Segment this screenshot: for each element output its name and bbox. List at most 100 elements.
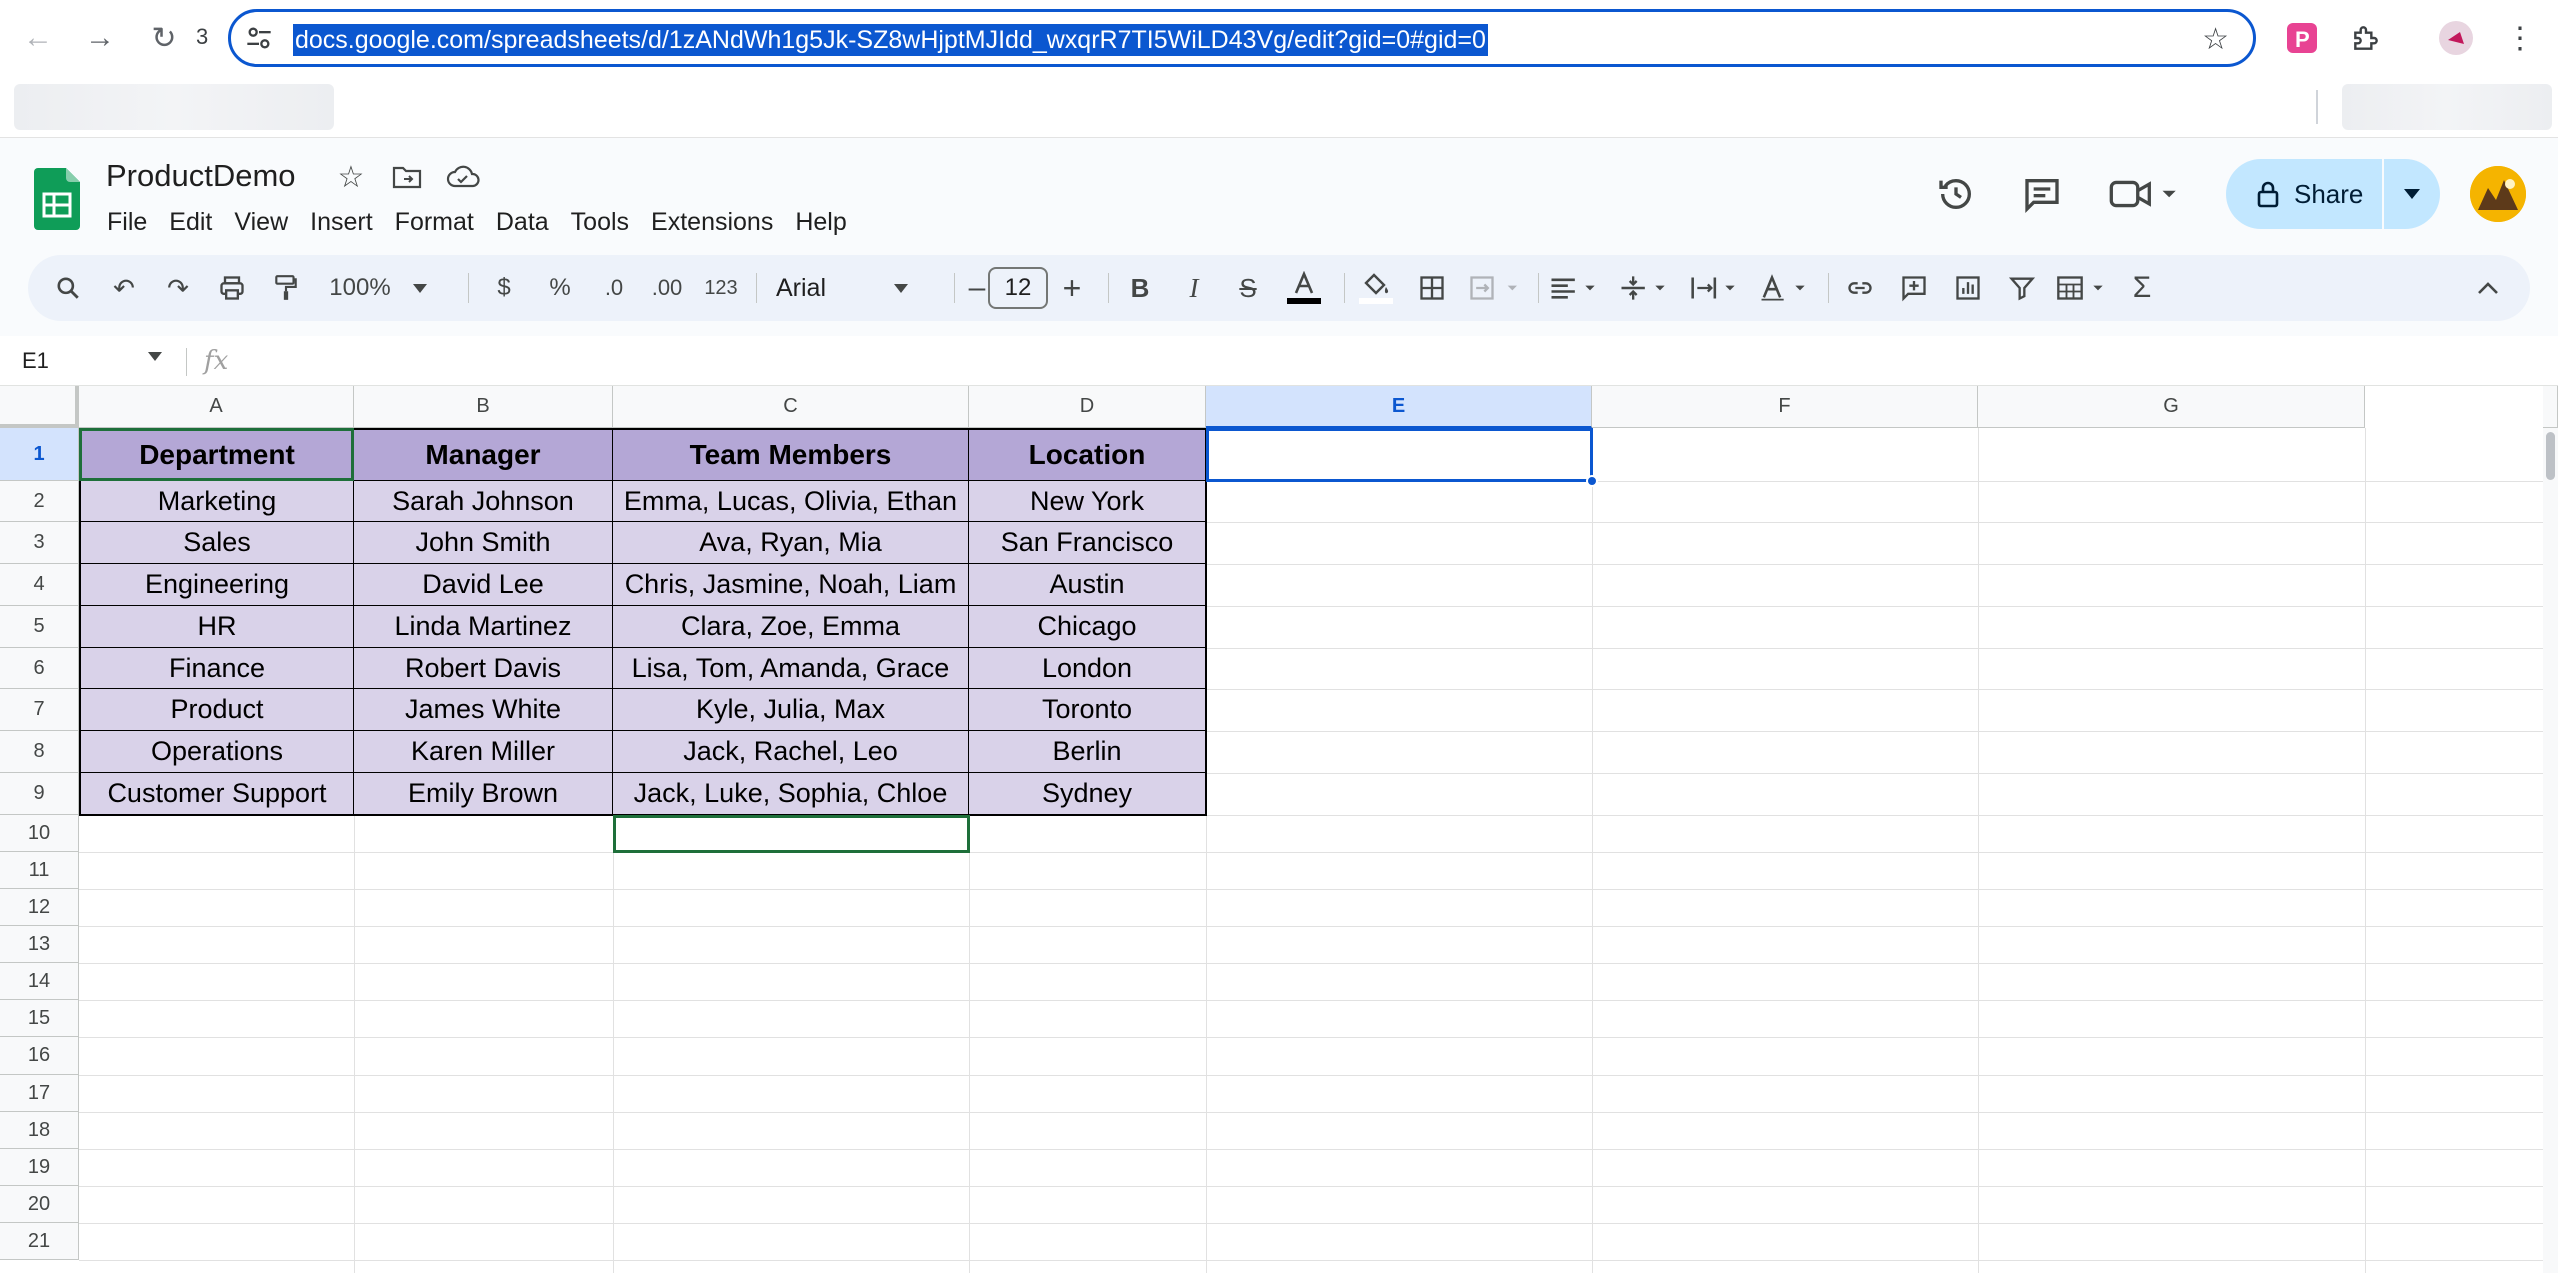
- table-cell[interactable]: San Francisco: [969, 522, 1207, 565]
- name-box[interactable]: E1: [22, 348, 49, 374]
- row-header-7[interactable]: 7: [0, 689, 79, 731]
- profile-avatar-icon[interactable]: [2438, 20, 2474, 56]
- menu-file[interactable]: File: [96, 204, 158, 241]
- row-header-20[interactable]: 20: [0, 1186, 79, 1223]
- selected-cell-e1[interactable]: [1206, 428, 1593, 482]
- table-cell[interactable]: Finance: [79, 648, 355, 690]
- table-cell[interactable]: Sarah Johnson: [354, 481, 614, 523]
- column-header-e[interactable]: E: [1206, 386, 1592, 428]
- undo-icon[interactable]: ↶: [104, 255, 144, 321]
- move-folder-icon[interactable]: [390, 160, 424, 194]
- row-header-21[interactable]: 21: [0, 1223, 79, 1260]
- text-rotation-icon[interactable]: [1756, 255, 1816, 321]
- table-cell[interactable]: Austin: [969, 564, 1207, 607]
- forward-arrow-icon[interactable]: →: [76, 14, 124, 62]
- table-cell[interactable]: Product: [79, 689, 355, 732]
- table-cell[interactable]: London: [969, 648, 1207, 690]
- table-cell[interactable]: Berlin: [969, 731, 1207, 774]
- table-cell[interactable]: Sydney: [969, 773, 1207, 816]
- table-cell[interactable]: Jack, Luke, Sophia, Chloe: [613, 773, 970, 816]
- scrollbar-thumb[interactable]: [2546, 432, 2555, 480]
- merge-cells-icon[interactable]: [1464, 255, 1528, 321]
- share-dropdown-icon[interactable]: [2384, 159, 2440, 229]
- paint-format-icon[interactable]: [266, 255, 306, 321]
- insert-comment-icon[interactable]: [1894, 255, 1934, 321]
- print-icon[interactable]: [212, 255, 252, 321]
- increase-decimal-button[interactable]: .00: [642, 255, 692, 321]
- comments-icon[interactable]: [2016, 168, 2068, 220]
- row-header-13[interactable]: 13: [0, 926, 79, 963]
- row-header-18[interactable]: 18: [0, 1112, 79, 1149]
- strikethrough-icon[interactable]: S: [1228, 255, 1268, 321]
- menu-view[interactable]: View: [223, 204, 299, 241]
- text-color-icon[interactable]: [1282, 255, 1326, 321]
- column-header-a[interactable]: A: [79, 386, 354, 428]
- table-cell[interactable]: Clara, Zoe, Emma: [613, 606, 970, 649]
- menu-insert[interactable]: Insert: [299, 204, 384, 241]
- borders-icon[interactable]: [1412, 255, 1452, 321]
- table-cell[interactable]: John Smith: [354, 522, 614, 565]
- filter-icon[interactable]: [2002, 255, 2042, 321]
- row-header-19[interactable]: 19: [0, 1149, 79, 1186]
- number-format-button[interactable]: 123: [698, 255, 744, 321]
- table-cell[interactable]: Sales: [79, 522, 355, 565]
- row-header-1[interactable]: 1: [0, 428, 79, 481]
- table-cell[interactable]: Karen Miller: [354, 731, 614, 774]
- table-cell[interactable]: Linda Martinez: [354, 606, 614, 649]
- table-cell[interactable]: David Lee: [354, 564, 614, 607]
- back-arrow-icon[interactable]: ←: [14, 14, 62, 62]
- increase-font-size-icon[interactable]: +: [1054, 255, 1090, 321]
- menu-extensions[interactable]: Extensions: [640, 204, 784, 241]
- table-cell[interactable]: Jack, Rachel, Leo: [613, 731, 970, 774]
- bold-icon[interactable]: B: [1120, 255, 1160, 321]
- insert-chart-icon[interactable]: [1948, 255, 1988, 321]
- extensions-puzzle-icon[interactable]: [2348, 20, 2384, 56]
- font-family-select[interactable]: Arial: [776, 255, 936, 321]
- fill-color-icon[interactable]: [1354, 255, 1398, 321]
- row-header-11[interactable]: 11: [0, 852, 79, 889]
- table-header-cell[interactable]: Location: [969, 428, 1207, 482]
- table-cell[interactable]: Customer Support: [79, 773, 355, 816]
- share-button[interactable]: Share: [2226, 159, 2440, 229]
- table-cell[interactable]: Toronto: [969, 689, 1207, 732]
- table-cell[interactable]: New York: [969, 481, 1207, 523]
- table-cell[interactable]: HR: [79, 606, 355, 649]
- table-cell[interactable]: Ava, Ryan, Mia: [613, 522, 970, 565]
- star-icon[interactable]: ☆: [334, 160, 368, 194]
- row-header-16[interactable]: 16: [0, 1037, 79, 1075]
- row-header-15[interactable]: 15: [0, 1000, 79, 1037]
- row-header-8[interactable]: 8: [0, 731, 79, 773]
- font-size-input[interactable]: 12: [988, 267, 1048, 309]
- table-cell[interactable]: Lisa, Tom, Amanda, Grace: [613, 648, 970, 690]
- address-bar[interactable]: docs.google.com/spreadsheets/d/1zANdWh1g…: [228, 9, 2256, 67]
- column-header-f[interactable]: F: [1592, 386, 1978, 428]
- table-header-cell[interactable]: Manager: [354, 428, 614, 482]
- row-header-12[interactable]: 12: [0, 889, 79, 926]
- account-avatar[interactable]: [2470, 166, 2526, 222]
- insert-link-icon[interactable]: [1840, 255, 1880, 321]
- row-header-17[interactable]: 17: [0, 1075, 79, 1112]
- column-header-c[interactable]: C: [613, 386, 969, 428]
- vertical-scrollbar[interactable]: [2543, 428, 2558, 1273]
- horizontal-align-icon[interactable]: [1546, 255, 1606, 321]
- row-header-9[interactable]: 9: [0, 773, 79, 815]
- collapse-toolbar-icon[interactable]: [2468, 255, 2508, 321]
- select-all-corner[interactable]: [0, 386, 79, 428]
- column-header-b[interactable]: B: [354, 386, 613, 428]
- fill-handle[interactable]: [1586, 475, 1598, 487]
- table-header-cell[interactable]: Team Members: [613, 428, 970, 482]
- currency-format-button[interactable]: $: [484, 255, 524, 321]
- menu-help[interactable]: Help: [784, 204, 857, 241]
- url-text[interactable]: docs.google.com/spreadsheets/d/1zANdWh1g…: [293, 24, 1488, 56]
- document-title[interactable]: ProductDemo: [106, 158, 296, 194]
- sheets-logo-icon[interactable]: [34, 168, 80, 230]
- blurred-bookmark[interactable]: [2342, 84, 2552, 130]
- table-cell[interactable]: Emma, Lucas, Olivia, Ethan: [613, 481, 970, 523]
- text-wrapping-icon[interactable]: [1686, 255, 1746, 321]
- meet-icon[interactable]: [2106, 168, 2186, 220]
- name-box-dropdown-icon[interactable]: [148, 352, 162, 361]
- row-header-2[interactable]: 2: [0, 481, 79, 522]
- vertical-align-icon[interactable]: [1616, 255, 1676, 321]
- redo-icon[interactable]: ↷: [158, 255, 198, 321]
- row-header-6[interactable]: 6: [0, 648, 79, 689]
